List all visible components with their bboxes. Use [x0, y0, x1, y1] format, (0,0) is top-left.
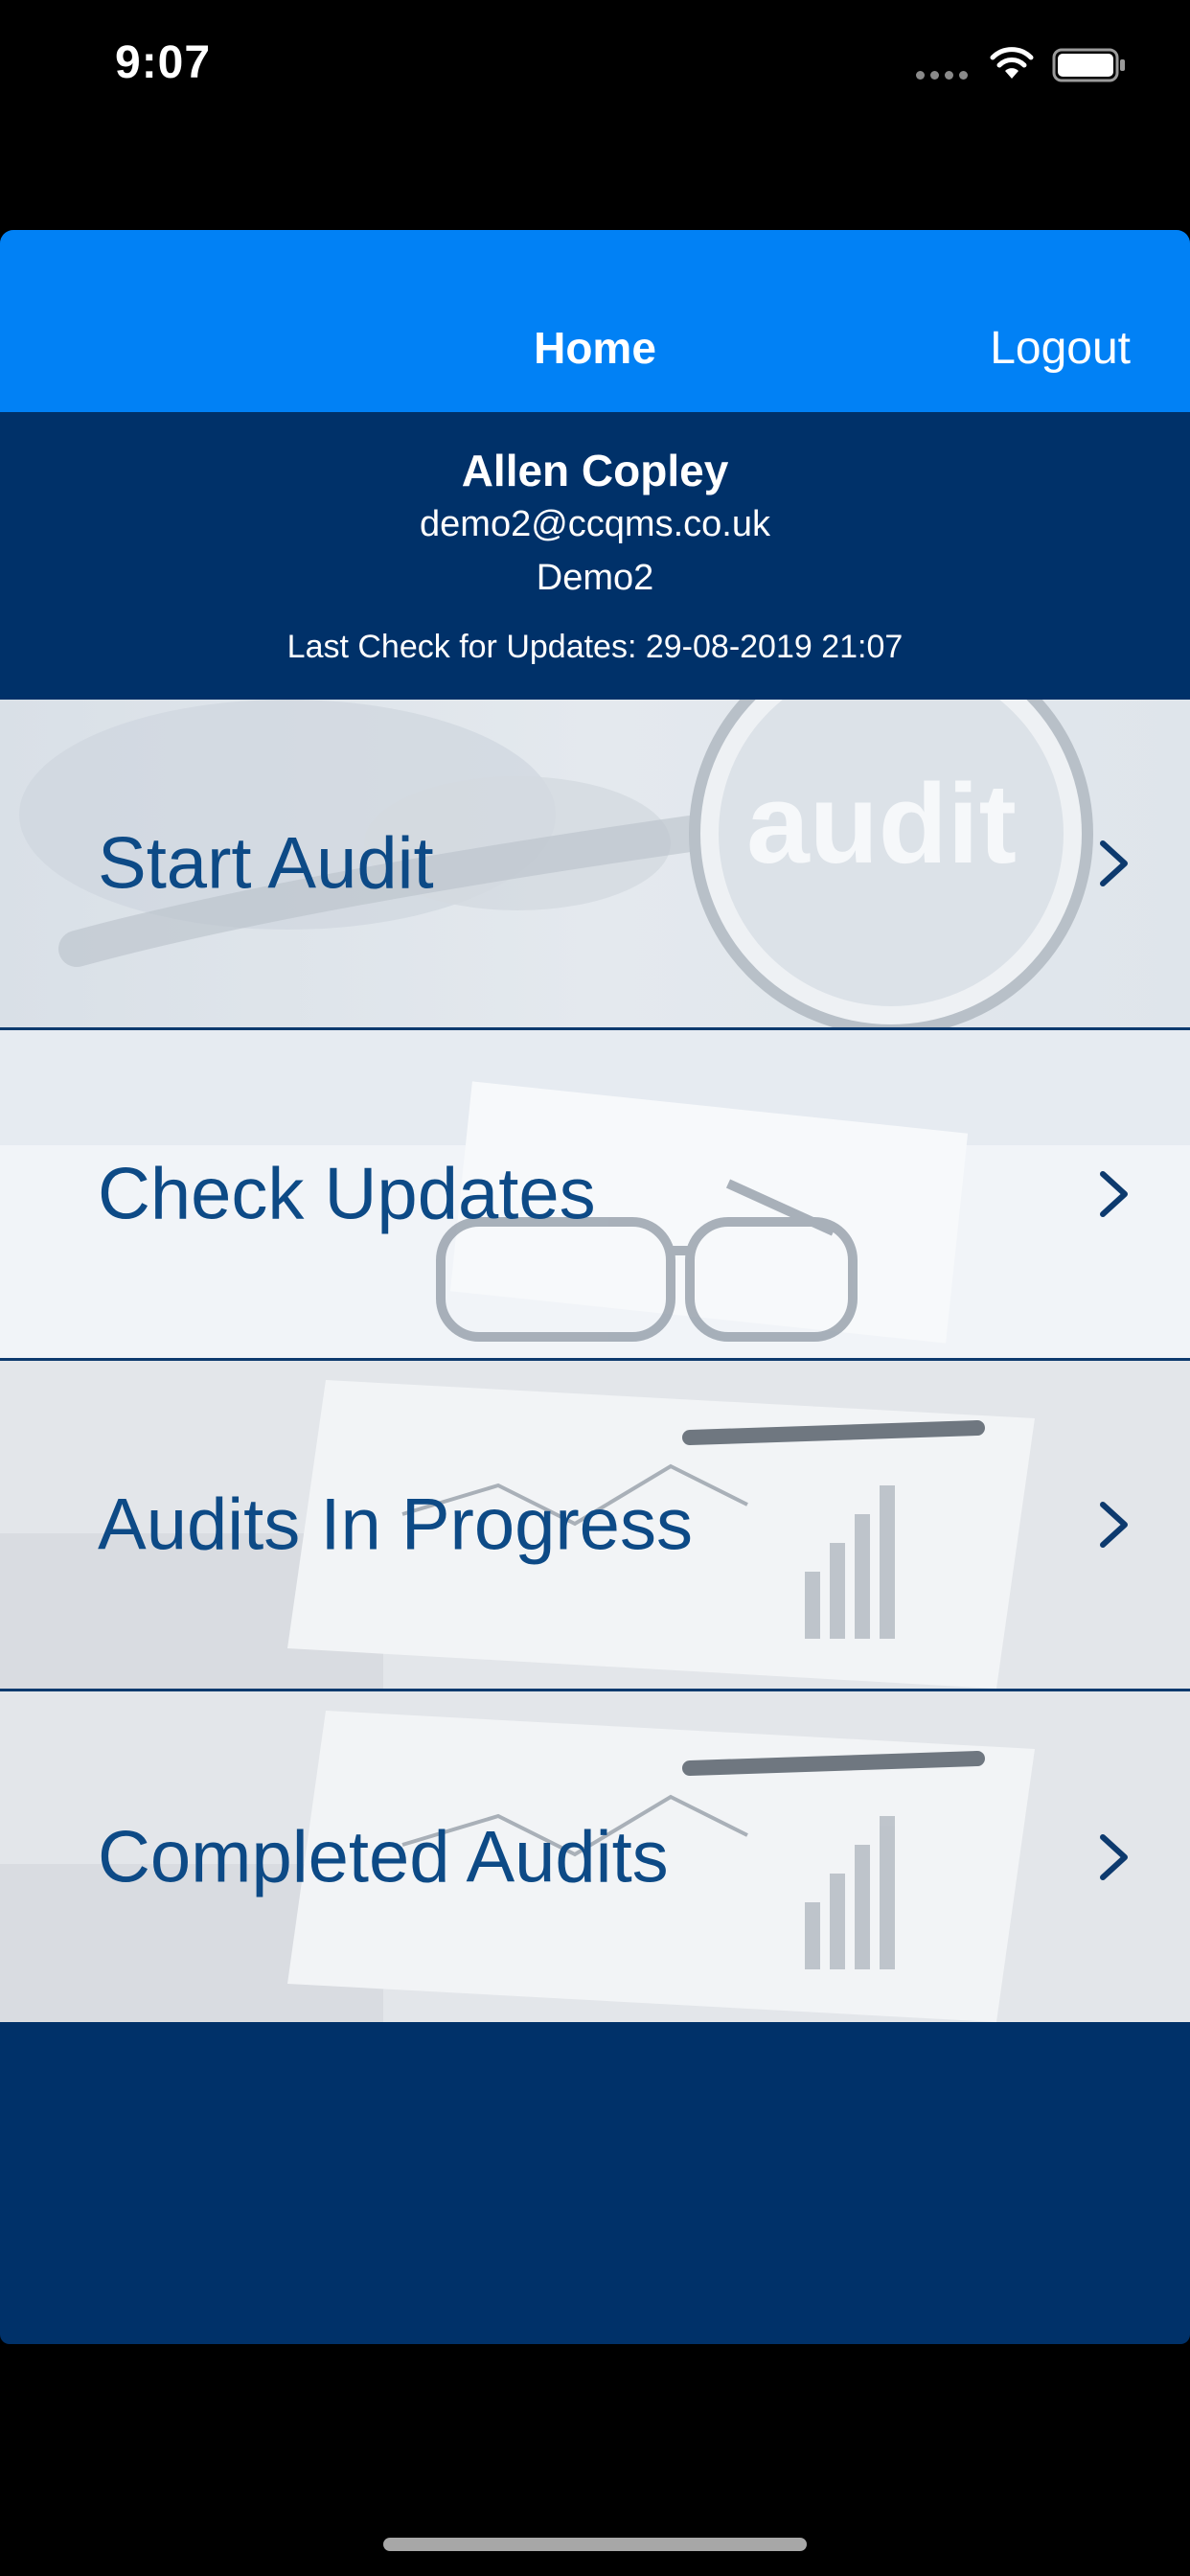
status-bar: 9:07 [0, 0, 1190, 134]
menu-item-completed-audits[interactable]: Completed Audits [0, 1691, 1190, 2022]
home-menu: audit Start Audit Check Updates Audits I… [0, 700, 1190, 2022]
user-company: Demo2 [536, 558, 654, 598]
audit-image-caption: audit [746, 761, 1017, 887]
user-profile-header: Allen Copley demo2@ccqms.co.uk Demo2 Las… [0, 412, 1190, 700]
navigation-bar: Home Logout [0, 230, 1190, 412]
chevron-right-icon [1100, 1502, 1128, 1548]
chevron-right-icon [1100, 1833, 1128, 1880]
app-sheet: Home Logout Allen Copley demo2@ccqms.co.… [0, 230, 1190, 2344]
home-indicator[interactable] [383, 2538, 807, 2551]
menu-item-label: Completed Audits [98, 1816, 669, 1898]
menu-item-label: Start Audit [98, 822, 434, 905]
menu-item-audits-in-progress[interactable]: Audits In Progress [0, 1361, 1190, 1691]
user-email: demo2@ccqms.co.uk [420, 504, 770, 544]
menu-item-check-updates[interactable]: Check Updates [0, 1030, 1190, 1361]
wifi-icon [990, 47, 1034, 79]
menu-item-start-audit[interactable]: audit Start Audit [0, 700, 1190, 1030]
user-name: Allen Copley [461, 446, 729, 495]
chevron-right-icon [1100, 840, 1128, 886]
status-time: 9:07 [115, 37, 212, 88]
chevron-right-icon [1100, 1171, 1128, 1217]
menu-item-label: Audits In Progress [98, 1484, 693, 1566]
menu-item-label: Check Updates [98, 1153, 596, 1235]
last-check-timestamp: Last Check for Updates: 29-08-2019 21:07 [286, 629, 904, 665]
battery-icon [1052, 48, 1125, 82]
logout-button[interactable]: Logout [990, 322, 1131, 375]
cellular-signal-icon [916, 71, 968, 80]
